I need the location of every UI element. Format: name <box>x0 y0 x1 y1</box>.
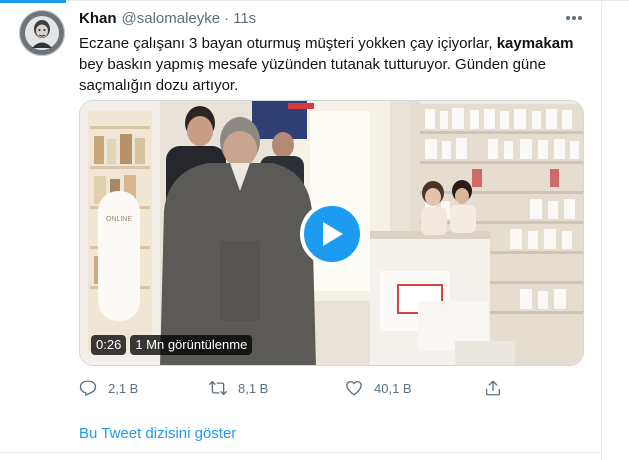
tweet-text: Eczane çalışanı 3 bayan oturmuş müşteri … <box>79 33 579 96</box>
user-handle[interactable]: @salomaleyke <box>122 10 221 27</box>
avatar[interactable] <box>19 10 65 56</box>
timestamp[interactable]: 11s <box>233 10 256 27</box>
like-count: 40,1 B <box>374 380 412 396</box>
top-divider <box>0 0 629 1</box>
more-icon <box>566 16 582 20</box>
timeline-border <box>601 0 602 460</box>
like-icon <box>346 380 362 396</box>
view-count: 1 Mn görüntülenme <box>130 335 253 355</box>
tweet-text-part-1: Eczane çalışanı 3 bayan oturmuş müşteri … <box>79 35 497 52</box>
tweet-actions: 2,1 B 8,1 B 40,1 B <box>79 375 599 401</box>
share-button[interactable] <box>484 375 502 401</box>
tweet-divider <box>0 452 601 453</box>
display-name[interactable]: Khan <box>79 10 117 27</box>
active-tab-indicator <box>0 0 66 3</box>
video-duration: 0:26 <box>91 335 127 355</box>
video-badges: 0:26 1 Mn görüntülenme <box>91 335 253 355</box>
reply-count: 2,1 B <box>108 380 139 396</box>
separator-dot: · <box>224 10 230 27</box>
play-button[interactable] <box>300 202 364 266</box>
tweet-header: Khan @salomaleyke · 11s <box>79 10 256 30</box>
show-thread-link[interactable]: Bu Tweet dizisini göster <box>79 425 236 442</box>
reply-icon <box>79 380 97 396</box>
poster-sign-text: ONLINE <box>106 216 132 223</box>
retweet-icon <box>209 380 227 396</box>
reply-button[interactable]: 2,1 B <box>79 375 138 401</box>
retweet-count: 8,1 B <box>238 380 269 396</box>
like-button[interactable]: 40,1 B <box>345 375 412 401</box>
tweet-text-part-2: bey baskın yapmış mesafe yüzünden tutana… <box>79 56 546 94</box>
tweet-text-bold: kaymakam <box>496 35 574 52</box>
play-icon <box>323 222 343 246</box>
video-player[interactable]: ONLINE 0:26 1 Mn görüntülenme <box>79 100 584 366</box>
share-icon <box>485 380 501 396</box>
more-options-button[interactable] <box>563 10 585 26</box>
retweet-button[interactable]: 8,1 B <box>209 375 268 401</box>
